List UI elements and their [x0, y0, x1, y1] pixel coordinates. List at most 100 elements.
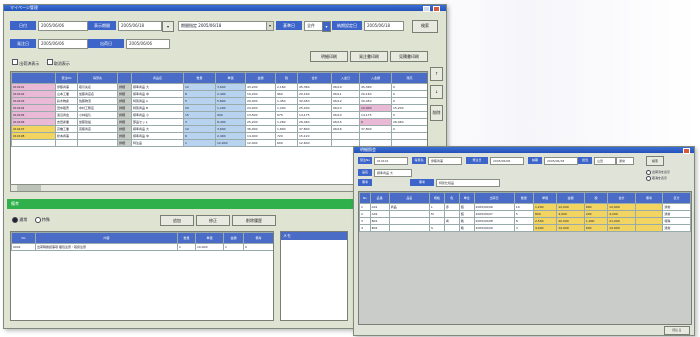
column-header[interactable]: 単価 [215, 72, 246, 84]
close-button[interactable] [433, 6, 440, 12]
column-header[interactable] [117, 72, 132, 84]
sub-field-2[interactable]: 2005/06/06 [490, 157, 524, 165]
column-header[interactable]: 入金日 [331, 72, 360, 84]
column-header[interactable] [11, 72, 56, 84]
table-row[interactable]: 010102 山本工業 加藤商店名 詳細 標準商品 中 8 2,400 19,200 960 20… [11, 90, 427, 98]
column-header[interactable]: No [359, 192, 371, 204]
table-row[interactable]: 010108 松本商事 詳細 標準商品 中 6 2,400 14,400 720 15,120 [11, 132, 427, 140]
column-header[interactable]: 単価 [532, 192, 558, 204]
column-header[interactable]: 金額 [245, 72, 276, 84]
column-header[interactable]: 合計 [297, 72, 332, 84]
table-row[interactable]: 010105 渡辺商会 小林電気 詳細 標準商品 小 15 900 13,500 675 14,1… [11, 111, 427, 119]
period-select[interactable]: 期間指定 2005/06/18 ▾ [178, 21, 274, 31]
column-header[interactable]: 合計 [607, 192, 636, 204]
small-select-arrow[interactable]: ▾ [322, 21, 331, 32]
column-header[interactable]: 残高 [391, 72, 427, 84]
sub-option-cancel[interactable]: 取消を表示 [646, 175, 670, 181]
print-order-button[interactable]: 発注書印刷 [350, 51, 388, 62]
column-header[interactable]: 数量 [177, 232, 196, 244]
memo-header: メモ [281, 232, 347, 240]
column-header[interactable]: 金額 [556, 192, 585, 204]
column-header[interactable]: 数量 [183, 72, 216, 84]
sub-radio-cancel[interactable] [646, 175, 651, 181]
sub-field-5[interactable]: 通常 [616, 157, 634, 165]
sub-note-field[interactable]: 特別仕様品 [436, 179, 500, 187]
table-row[interactable]: 2 A02 M 個 2005/06/07 5 800 4,000 200 4,200 通常 [359, 210, 691, 218]
sub-label-note: 備考 [358, 179, 372, 186]
column-header[interactable]: 備考 [243, 232, 273, 244]
print-estimate-button[interactable]: 見積書印刷 [390, 51, 428, 62]
column-header[interactable]: 数量 [513, 192, 534, 204]
due-field[interactable]: 2005/06/18 [364, 21, 404, 31]
table-row[interactable]: 010107 高橋工業 斎藤商店 詳細 標準商品 大 10 3,600 36,000 1,800… [11, 125, 427, 133]
sub-radio-shipped[interactable] [646, 169, 651, 175]
column-header[interactable]: 税 [583, 192, 609, 204]
start-date-field[interactable]: 2005/06/06 [38, 21, 88, 31]
sub-grid-header: No 品番 品名 規格色単位 出荷日 数量 単価 金額税合計 備考 区分 [359, 192, 691, 204]
table-row[interactable]: 1 A01 商品 L 赤個 2005/06/06 10 1,200 12,000 600 12,60… [359, 203, 691, 211]
table-cell: 部品セット [131, 118, 184, 126]
edit-button[interactable]: 修正 [196, 215, 230, 226]
column-header[interactable]: 単位 [458, 192, 475, 204]
add-button[interactable]: 追加 [160, 215, 194, 226]
table-cell: 2005/06/08 [473, 217, 515, 225]
table-cell: 1,200 [532, 203, 558, 211]
search-button[interactable]: 検索 [412, 20, 438, 33]
print-detail-button[interactable]: 明細印刷 [310, 51, 348, 62]
minimize-button[interactable] [423, 6, 430, 12]
table-cell: 標準商品 大 [131, 83, 184, 91]
delete-history-button[interactable]: 削除履歴 [232, 215, 276, 226]
column-header[interactable]: 金額 [223, 232, 244, 244]
column-header[interactable]: 品番 [369, 192, 390, 204]
order-field[interactable]: 2005/06/06 [38, 39, 88, 49]
column-header[interactable]: 得意先 [77, 72, 118, 84]
column-header[interactable]: 受注No [55, 72, 78, 84]
table-row[interactable]: 010103 鈴木物産 佐藤物流 詳細 特別商品 A 5 5,800 29,000 1,450 3… [11, 97, 427, 105]
radio-normal[interactable] [12, 217, 18, 223]
checkbox-shipped[interactable] [12, 59, 18, 65]
column-header[interactable]: 区分 [662, 192, 691, 204]
table-row[interactable]: 010104 田中販売 中村工務店 詳細 特別商品 B 20 1,200 24,000 1,20… [11, 104, 427, 112]
column-header[interactable]: 品名 [388, 192, 431, 204]
sub-search-button[interactable]: 検索 [646, 156, 664, 166]
table-cell: 0 [391, 97, 427, 105]
column-header[interactable]: No [11, 232, 36, 244]
small-select[interactable]: 全件 [304, 21, 324, 31]
table-row[interactable]: 010101 伊藤商事 取引先名 詳細 標準商品 大 12 3,600 43,200 2,160… [11, 83, 427, 91]
sub-label-name: 品名 [358, 169, 372, 176]
column-header[interactable]: 備考 [634, 192, 664, 204]
column-header[interactable]: 単価 [195, 232, 224, 244]
table-row[interactable]: 4 B02 S 箱 2005/06/09 3 4,000 12,000 600 12,600 通常 [359, 224, 691, 232]
column-header[interactable]: 内容 [35, 232, 178, 244]
ship-field[interactable]: 2005/06/06 [126, 39, 170, 49]
side-delete-button[interactable]: 削除 [430, 105, 443, 121]
sub-field-3[interactable]: 2005/06/18 [544, 157, 578, 165]
table-cell [388, 210, 431, 218]
calendar-button[interactable]: ▾ [162, 21, 174, 32]
table-cell: S [429, 224, 445, 232]
checkbox-cancel[interactable] [46, 59, 53, 65]
table-cell: 600 [275, 139, 298, 147]
side-up-button[interactable]: ↑ [430, 67, 443, 81]
sub-field-1[interactable]: 伊藤商事 [428, 157, 462, 165]
column-header[interactable]: 税 [275, 72, 298, 84]
sub-name-field[interactable]: 標準商品 大 [374, 169, 412, 177]
range-field[interactable]: 2005/06/18 [118, 21, 162, 31]
column-header[interactable]: 入金額 [359, 72, 392, 84]
table-row[interactable]: 3 B01 青箱 2005/06/08 8 2,500 20,000 1,000 21,000 特… [359, 217, 691, 225]
radio-special[interactable] [34, 217, 41, 223]
column-header[interactable]: 商品名 [131, 72, 184, 84]
sub-field-0[interactable]: 010101 [374, 157, 408, 165]
table-row[interactable]: 0001 出荷時確認事項 梱包注意・取扱注意 1 10,000 1 0 [11, 243, 273, 251]
table-cell: 1 [183, 139, 216, 147]
column-header[interactable]: 規格 [429, 192, 445, 204]
side-down-button[interactable]: ↓ [430, 85, 443, 99]
sub-close-button[interactable] [683, 148, 690, 154]
scrollbar-thumb[interactable] [17, 185, 41, 191]
sub-close-footer-button[interactable]: 閉じる [664, 326, 690, 335]
table-row[interactable]: 010106 吉田産業 加藤建設 詳細 部品セット 3 8,400 25,200 1,260 26… [11, 118, 427, 126]
column-header[interactable]: 色 [443, 192, 460, 204]
column-header[interactable]: 出荷日 [473, 192, 515, 204]
table-cell: 詳細 [117, 132, 132, 140]
sub-field-4[interactable]: 山田 [594, 157, 616, 165]
